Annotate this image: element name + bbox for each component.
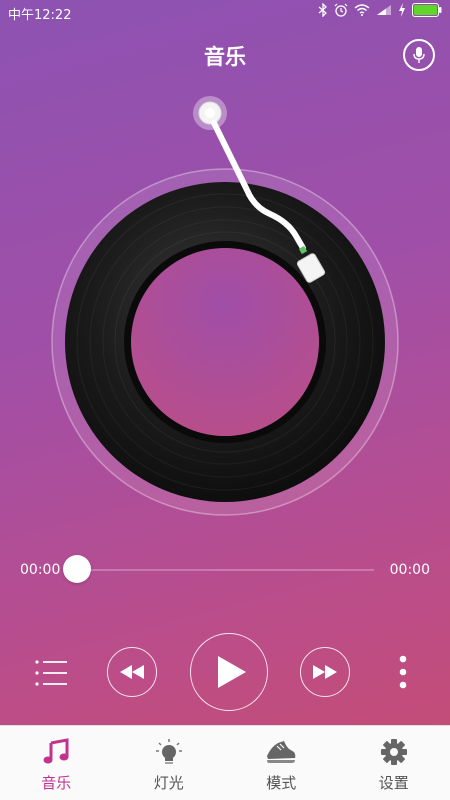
bluetooth-icon [318, 3, 328, 17]
tab-music[interactable]: 音乐 [0, 726, 113, 800]
microphone-icon [412, 46, 426, 64]
seek-bar[interactable]: 00:00 00:00 [0, 550, 450, 590]
more-options-button[interactable] [394, 652, 412, 692]
fast-forward-icon [313, 665, 337, 679]
gear-icon [378, 736, 410, 768]
turntable [0, 90, 450, 530]
music-note-icon [40, 736, 72, 768]
vinyl-record[interactable] [65, 182, 385, 502]
next-button[interactable] [300, 647, 350, 697]
more-vertical-icon [398, 655, 408, 689]
playlist-button[interactable] [33, 656, 69, 690]
signal-icon [376, 4, 392, 16]
status-bar: 中午12:22 [0, 0, 450, 24]
status-time: 中午12:22 [8, 8, 72, 23]
elapsed-time: 00:00 [20, 562, 61, 578]
play-button[interactable] [190, 633, 268, 711]
playlist-icon [34, 658, 68, 688]
wifi-icon [354, 4, 370, 16]
tab-label: 灯光 [153, 774, 184, 792]
bottom-tab-bar: 音乐 灯光 模式 设置 [0, 725, 450, 800]
playback-controls [0, 630, 450, 714]
alarm-icon [334, 3, 348, 17]
tab-label: 音乐 [41, 774, 72, 792]
seek-knob[interactable] [63, 555, 91, 583]
charging-icon [398, 3, 406, 17]
header: 音乐 [0, 24, 450, 84]
rewind-icon [120, 665, 144, 679]
play-icon [218, 656, 246, 688]
tab-settings[interactable]: 设置 [338, 726, 450, 800]
previous-button[interactable] [107, 647, 157, 697]
tab-label: 模式 [266, 774, 297, 792]
tab-label: 设置 [378, 774, 409, 792]
tab-light[interactable]: 灯光 [113, 726, 226, 800]
page-title: 音乐 [204, 45, 246, 69]
shoe-icon [265, 736, 297, 768]
seek-track[interactable] [76, 569, 374, 571]
total-time: 00:00 [389, 562, 430, 578]
battery-icon [412, 3, 442, 17]
status-icons [318, 3, 442, 17]
light-bulb-icon [153, 736, 185, 768]
voice-button[interactable] [403, 39, 435, 71]
tab-mode[interactable]: 模式 [225, 726, 338, 800]
